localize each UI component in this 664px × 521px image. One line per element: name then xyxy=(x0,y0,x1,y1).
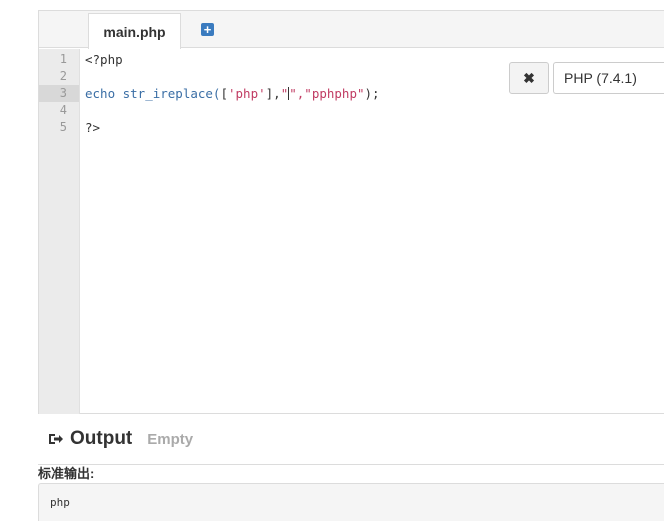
code-bracket-open: [ xyxy=(220,86,228,101)
stdout-output: php xyxy=(38,483,664,521)
output-status: Empty xyxy=(147,430,194,448)
code-subject-arg: "pphphp" xyxy=(304,86,365,101)
code-bracket-close: ], xyxy=(265,86,281,101)
code-replace-open: " xyxy=(280,86,289,101)
code-echo-call: echo str_ireplace( xyxy=(85,86,221,101)
line-number-active: 3 xyxy=(39,85,79,102)
line-number-gutter: 1 2 3 4 5 xyxy=(39,49,80,414)
line-number: 1 xyxy=(59,52,67,66)
line-number: 2 xyxy=(59,69,67,83)
code-line-end: ); xyxy=(364,86,380,101)
sign-out-icon xyxy=(49,434,63,444)
clear-button[interactable]: ✖ xyxy=(509,62,549,94)
code-line-5[interactable]: ?> xyxy=(85,119,100,136)
code-search-arg: 'php' xyxy=(228,86,266,101)
stdout-label: 标准输出: xyxy=(38,464,664,483)
line-number: 5 xyxy=(59,120,67,134)
tab-bar: main.php + xyxy=(39,11,664,49)
tab-main-php[interactable]: main.php xyxy=(88,13,181,49)
output-title: Output xyxy=(70,428,133,449)
code-replace-close: ", xyxy=(289,86,305,101)
output-header: Output Empty xyxy=(48,427,193,451)
line-number: 4 xyxy=(59,103,67,117)
code-line-1[interactable]: <?php xyxy=(85,51,123,68)
add-tab-icon[interactable]: + xyxy=(201,23,214,36)
language-select[interactable]: PHP (7.4.1) xyxy=(553,62,664,94)
code-line-3[interactable]: echo str_ireplace(['php'],"","pphphp"); xyxy=(85,85,380,102)
